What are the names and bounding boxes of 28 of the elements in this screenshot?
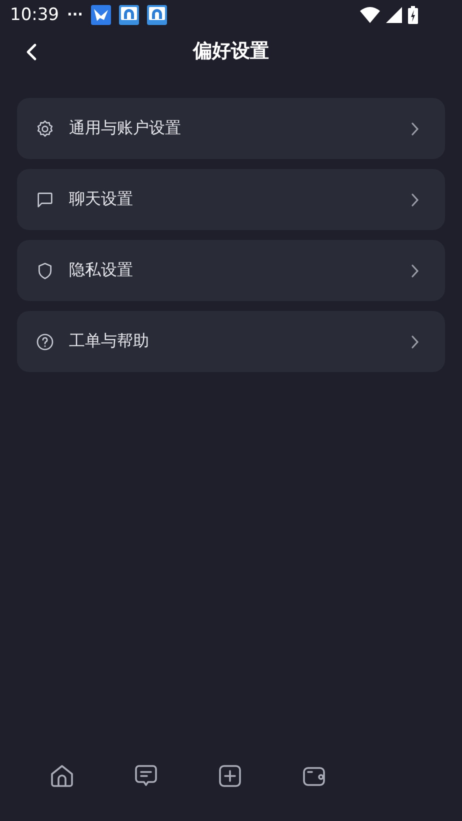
- app-icon: [118, 5, 139, 25]
- back-icon: [26, 42, 38, 62]
- help-icon: [35, 332, 55, 352]
- item-label: 隐私设置: [69, 260, 134, 281]
- settings-icon: [35, 118, 55, 138]
- wifi-icon: [360, 7, 380, 23]
- item-label: 聊天设置: [69, 189, 134, 210]
- signal-icon: [386, 7, 402, 23]
- chevron-icon: [411, 192, 419, 206]
- app-icon: [146, 5, 167, 25]
- chat-bubble-icon: [35, 190, 55, 210]
- settings-item[interactable]: 聊天设置: [17, 169, 445, 230]
- settings-item[interactable]: 通用与账户设置: [17, 98, 445, 159]
- chevron-icon: [411, 264, 419, 278]
- item-label: 通用与账户设置: [69, 118, 182, 139]
- battery-icon: [408, 6, 418, 24]
- item-label: 工单与帮助: [69, 331, 150, 352]
- chevron-icon: [411, 334, 419, 348]
- status-more: ···: [67, 7, 83, 23]
- settings-item[interactable]: 隐私设置: [17, 240, 445, 301]
- status-time: 10:39: [10, 5, 59, 25]
- chevron-icon: [411, 122, 419, 136]
- bird-icon: [90, 5, 111, 25]
- home-icon: [49, 763, 75, 789]
- settings-item[interactable]: 工单与帮助: [17, 311, 445, 372]
- add-icon: [217, 763, 243, 789]
- page-title: 偏好设置: [193, 39, 269, 64]
- message-icon: [133, 763, 159, 789]
